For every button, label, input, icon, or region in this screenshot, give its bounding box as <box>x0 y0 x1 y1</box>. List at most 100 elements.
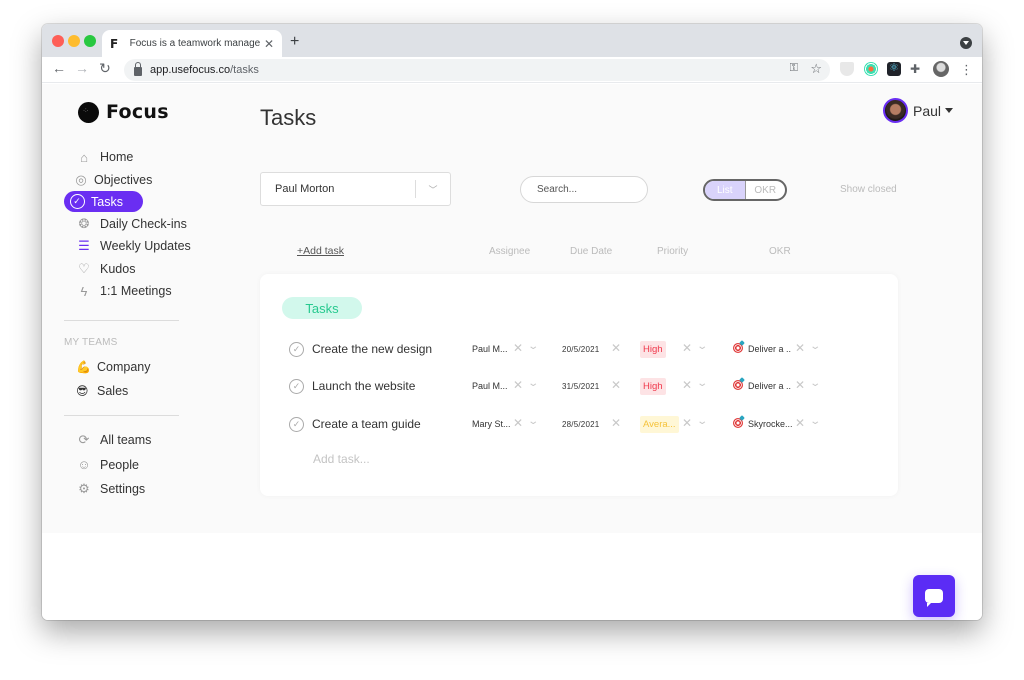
sidebar-item-label: Home <box>100 150 134 164</box>
priority-badge[interactable]: Avera... <box>640 416 679 433</box>
task-group-label[interactable]: Tasks <box>282 297 362 319</box>
browser-profile-avatar[interactable] <box>933 61 949 77</box>
sidebar-item-objectives[interactable]: ◎ Objectives <box>64 169 224 191</box>
sidebar-item-people[interactable]: ☺ People <box>64 453 224 477</box>
chevron-down-icon[interactable]: ﹀ <box>416 183 450 196</box>
browser-menu-icon[interactable]: ⋮ <box>960 62 973 77</box>
sidebar-divider <box>64 320 179 321</box>
sidebar-item-label: Settings <box>100 482 146 496</box>
task-okr[interactable]: Deliver a .. <box>748 381 791 391</box>
view-toggle-okr[interactable]: OKR <box>746 181 786 199</box>
target-dart-icon <box>733 418 743 428</box>
priority-badge[interactable]: High <box>640 378 666 395</box>
clear-okr-icon[interactable]: ✕ <box>795 378 805 392</box>
priority-chevron-down-icon[interactable]: ⌄ <box>696 416 708 427</box>
sidebar-item-home[interactable]: ⌂ Home <box>64 146 224 168</box>
clear-due-date-icon[interactable]: ✕ <box>611 341 621 355</box>
address-bar[interactable]: app.usefocus.co/tasks ⚿ ☆ <box>124 59 830 81</box>
show-closed-toggle[interactable]: Show closed <box>840 184 897 195</box>
task-okr[interactable]: Skyrocke... <box>748 419 793 429</box>
tab-search-icon[interactable] <box>960 37 972 49</box>
person-select[interactable]: Paul Morton ﹀ <box>260 172 451 206</box>
assignee-chevron-down-icon[interactable]: ⌄ <box>527 416 539 427</box>
person-select-value: Paul Morton <box>275 183 335 195</box>
react-devtools-icon[interactable] <box>887 61 901 76</box>
focus-logo[interactable]: Focus <box>78 101 169 123</box>
sidebar-item-settings[interactable]: ⚙ Settings <box>64 477 224 501</box>
target-dart-icon <box>733 343 743 353</box>
task-due-date[interactable]: 20/5/2021 <box>562 345 599 354</box>
forward-button[interactable]: → <box>73 60 91 76</box>
task-assignee[interactable]: Paul M... <box>472 381 508 391</box>
chat-button[interactable] <box>913 575 955 617</box>
clear-due-date-icon[interactable]: ✕ <box>611 378 621 392</box>
close-window-button[interactable] <box>52 35 64 47</box>
user-menu[interactable]: Paul <box>883 98 954 123</box>
task-row[interactable]: ✓ Launch the website Paul M... ✕ ⌄ 31/5/… <box>260 375 898 399</box>
clear-priority-icon[interactable]: ✕ <box>682 416 692 430</box>
reload-button[interactable]: ↻ <box>96 60 114 77</box>
task-okr[interactable]: Deliver a .. <box>748 344 791 354</box>
sidebar-item-weekly-updates[interactable]: ☰ Weekly Updates <box>64 235 224 257</box>
sidebar-item-all-teams[interactable]: ⟳ All teams <box>64 428 224 452</box>
priority-chevron-down-icon[interactable]: ⌄ <box>696 378 708 389</box>
people-icon: ☺ <box>77 457 91 472</box>
task-assignee[interactable]: Paul M... <box>472 344 508 354</box>
complete-task-checkbox[interactable]: ✓ <box>289 417 304 432</box>
sidebar-bottom-nav: ⟳ All teams ☺ People ⚙ Settings <box>64 428 224 502</box>
task-row[interactable]: ✓ Create the new design Paul M... ✕ ⌄ 20… <box>260 338 898 362</box>
priority-badge[interactable]: High <box>640 341 666 358</box>
okr-chevron-down-icon[interactable]: ⌄ <box>809 416 821 427</box>
browser-tab[interactable]: F Focus is a teamwork management ✕ <box>102 30 282 57</box>
maximize-window-button[interactable] <box>84 35 96 47</box>
minimize-window-button[interactable] <box>68 35 80 47</box>
task-assignee[interactable]: Mary St... <box>472 419 511 429</box>
clear-assignee-icon[interactable]: ✕ <box>513 416 523 430</box>
task-title[interactable]: Create a team guide <box>312 417 421 431</box>
okr-chevron-down-icon[interactable]: ⌄ <box>809 378 821 389</box>
key-icon[interactable]: ⚿ <box>790 62 798 75</box>
bookmark-star-icon[interactable]: ☆ <box>810 61 822 77</box>
document-icon: ☰ <box>78 238 90 253</box>
browser-window: F Focus is a teamwork management ✕ + ← →… <box>42 24 982 620</box>
sidebar-item-1-1-meetings[interactable]: ϟ 1:1 Meetings <box>64 280 224 302</box>
home-icon: ⌂ <box>80 149 88 165</box>
shield-extension-icon[interactable] <box>840 62 854 76</box>
extensions-puzzle-icon[interactable]: ✚ <box>910 62 924 76</box>
close-tab-icon[interactable]: ✕ <box>264 37 274 51</box>
clear-due-date-icon[interactable]: ✕ <box>611 416 621 430</box>
assignee-chevron-down-icon[interactable]: ⌄ <box>527 341 539 352</box>
team-item-sales[interactable]: 😎 Sales <box>76 379 151 403</box>
sidebar-divider <box>64 415 179 416</box>
clear-okr-icon[interactable]: ✕ <box>795 341 805 355</box>
team-item-company[interactable]: 💪 Company <box>76 355 151 379</box>
clear-assignee-icon[interactable]: ✕ <box>513 341 523 355</box>
new-tab-button[interactable]: + <box>290 33 299 51</box>
task-due-date[interactable]: 28/5/2021 <box>562 420 599 429</box>
sidebar-item-kudos[interactable]: ♡ Kudos <box>64 258 224 280</box>
sidebar-item-daily-check-ins[interactable]: ❂ Daily Check-ins <box>64 213 224 235</box>
search-input[interactable] <box>520 176 648 203</box>
clear-priority-icon[interactable]: ✕ <box>682 341 692 355</box>
radar-extension-icon[interactable] <box>864 62 878 76</box>
add-task-link[interactable]: +Add task <box>297 245 344 257</box>
sidebar-item-tasks[interactable]: ✓ Tasks <box>64 191 143 212</box>
clear-assignee-icon[interactable]: ✕ <box>513 378 523 392</box>
back-button[interactable]: ← <box>50 60 68 76</box>
clear-okr-icon[interactable]: ✕ <box>795 416 805 430</box>
task-row[interactable]: ✓ Create a team guide Mary St... ✕ ⌄ 28/… <box>260 413 898 437</box>
priority-chevron-down-icon[interactable]: ⌄ <box>696 341 708 352</box>
task-title[interactable]: Create the new design <box>312 342 432 356</box>
complete-task-checkbox[interactable]: ✓ <box>289 379 304 394</box>
add-task-input[interactable]: Add task... <box>313 452 370 466</box>
my-teams-heading: MY TEAMS <box>64 337 118 348</box>
complete-task-checkbox[interactable]: ✓ <box>289 342 304 357</box>
clear-priority-icon[interactable]: ✕ <box>682 378 692 392</box>
view-toggle-list[interactable]: List <box>705 181 746 199</box>
task-title[interactable]: Launch the website <box>312 379 415 393</box>
task-due-date[interactable]: 31/5/2021 <box>562 382 599 391</box>
url-text[interactable]: app.usefocus.co/tasks <box>150 64 259 76</box>
okr-chevron-down-icon[interactable]: ⌄ <box>809 341 821 352</box>
check-glyph: ✓ <box>69 194 85 209</box>
assignee-chevron-down-icon[interactable]: ⌄ <box>527 378 539 389</box>
